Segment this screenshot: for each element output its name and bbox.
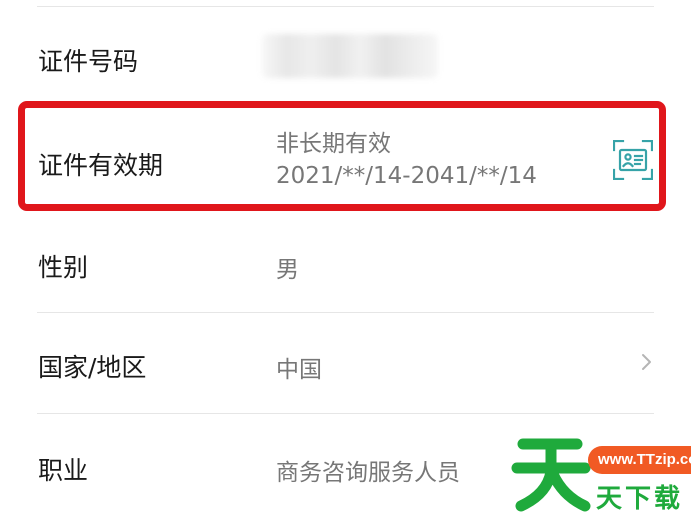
gender-label: 性别 [38, 253, 89, 282]
watermark-text: 天下载 [596, 484, 684, 514]
highlight-annotation-box [18, 101, 666, 211]
chevron-right-icon[interactable] [640, 351, 654, 373]
watermark-url: www.TTzip.com [588, 446, 691, 474]
site-watermark: www.TTzip.com 天下载 [511, 432, 691, 514]
country-region-label: 国家/地区 [38, 353, 147, 382]
id-number-label: 证件号码 [38, 47, 139, 76]
occupation-value: 商务咨询服务人员 [276, 460, 460, 486]
row-gender[interactable]: 性别 男 [0, 215, 691, 312]
watermark-logo [511, 438, 591, 512]
country-region-value: 中国 [276, 357, 322, 383]
row-id-number[interactable]: 证件号码 [0, 6, 691, 105]
gender-value: 男 [276, 257, 299, 283]
id-number-value-masked [262, 34, 438, 78]
occupation-label: 职业 [38, 456, 89, 485]
row-country-region[interactable]: 国家/地区 中国 [0, 313, 691, 413]
